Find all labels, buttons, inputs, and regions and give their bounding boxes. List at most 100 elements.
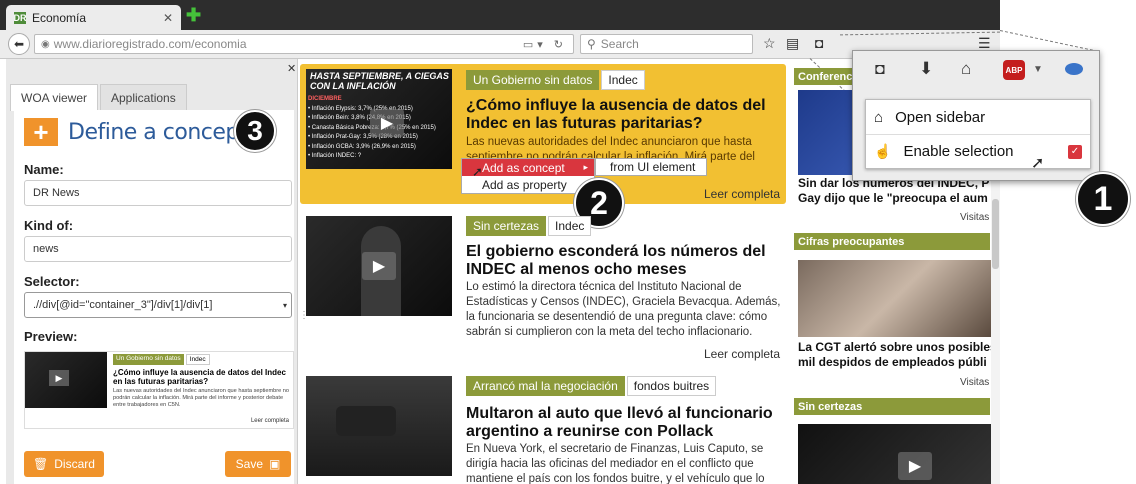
discard-button[interactable]: 🗑 Discard — [24, 451, 104, 477]
right-image-3[interactable]: ▶ — [798, 424, 991, 484]
preview-summary: Las nuevas autoridades del Indec anuncia… — [113, 388, 290, 408]
close-sidebar-icon[interactable]: ✕ — [287, 62, 296, 75]
download-arrow-icon[interactable]: ⬇ — [919, 59, 933, 79]
url-path: /economia — [191, 37, 247, 51]
search-input[interactable]: ⚲ Search — [580, 34, 753, 54]
play-icon[interactable]: ▶ — [362, 252, 396, 280]
car-shape — [336, 406, 396, 436]
pocket-icon[interactable]: ◘ — [815, 35, 823, 51]
preview-label: Preview: — [24, 329, 78, 344]
mouse-cursor-icon: ➚ — [472, 164, 483, 179]
reader-reload-icons[interactable]: ▭▾ ↻ — [523, 38, 567, 51]
adblock-icon[interactable]: ABP — [1003, 60, 1025, 80]
article-1-headline[interactable]: ¿Cómo influye la ausencia de datos del I… — [466, 97, 776, 133]
preview-thumbnail: ▶ — [25, 352, 107, 408]
zoom-guide-line — [999, 30, 1094, 51]
article-3-tag-category[interactable]: Arrancó mal la negociación — [466, 376, 625, 396]
close-tab-icon[interactable]: ✕ — [163, 11, 173, 25]
address-bar[interactable]: ◉ www.diarioregistrado.com /economia ▭▾ … — [34, 34, 574, 54]
resize-handle[interactable]: ⋮ — [299, 310, 309, 321]
right-section-header[interactable]: Sin certezas — [794, 398, 990, 415]
right-text-1b[interactable]: Gay dijo que le "preocupa el aum — [798, 191, 991, 206]
right-text-2a[interactable]: La CGT alertó sobre unos posibles — [798, 340, 991, 355]
extension-menu: ⌂ Open sidebar ☝ Enable selection ✓ — [865, 99, 1091, 169]
checkbox-checked-icon[interactable]: ✓ — [1068, 144, 1082, 159]
preview-box: ▶ Un Gobierno sin datos Indec ¿Cómo infl… — [24, 351, 294, 429]
extension-popup: ◘ ⬇ ⌂ ABP ▼ ⌂ Open sidebar ☝ Enable sele… — [852, 50, 1100, 181]
article-1-thumbnail[interactable]: HASTA SEPTIEMBRE, A CIEGAS CON LA INFLAC… — [306, 69, 452, 169]
article-2-headline[interactable]: El gobierno esconderá los números del IN… — [466, 243, 776, 279]
play-icon[interactable]: ▶ — [898, 452, 932, 480]
save-label: Save — [235, 457, 263, 471]
globe-icon: ◉ — [41, 38, 50, 50]
hand-pointer-icon: ☝ — [874, 143, 892, 159]
tab-woa-viewer[interactable]: WOA viewer — [10, 84, 99, 111]
article-2-more-link[interactable]: Leer completa — [704, 347, 780, 361]
callout-3: 3 — [234, 110, 276, 152]
menu-item-from-ui-element[interactable]: from UI element — [595, 158, 707, 176]
dropdown-arrow-icon[interactable]: ▼ — [1033, 64, 1043, 75]
article-2-tag-category[interactable]: Sin certezas — [466, 216, 547, 236]
menu-item-open-sidebar[interactable]: ⌂ Open sidebar — [866, 100, 1090, 134]
kind-field[interactable]: news — [24, 236, 292, 262]
search-placeholder: Search — [600, 37, 639, 51]
favicon: DR — [13, 11, 27, 24]
home-icon[interactable]: ⌂ — [961, 59, 971, 79]
tab-bar: DR Economía ✕ ✚ — [0, 0, 1000, 30]
pocket-icon[interactable]: ◘ — [875, 61, 885, 79]
mouse-cursor-icon: ➚ — [1031, 155, 1045, 172]
article-3-summary: En Nueva York, el secretario de Finanzas… — [466, 443, 765, 484]
submenu-arrow-icon: ▸ — [583, 162, 588, 172]
article-2-tags: Sin certezas Indec — [466, 216, 592, 236]
bookmarks-list-icon[interactable]: ▤ — [786, 35, 799, 52]
visits-label: Visitas — [960, 377, 990, 388]
menu-item-enable-selection[interactable]: ☝ Enable selection ✓ — [866, 134, 1090, 168]
visits-label: Visitas — [960, 212, 990, 223]
name-field[interactable]: DR News — [24, 180, 292, 206]
selector-value: .//div[@id="container_3"]/div[1]/div[1] — [33, 299, 213, 311]
dropdown-icon: ▾ — [282, 300, 287, 310]
form-title: Define a concept — [68, 119, 248, 145]
preview-tags: Un Gobierno sin datos Indec — [113, 354, 210, 365]
play-icon[interactable]: ▶ — [370, 109, 404, 137]
article-1-more-link[interactable]: Leer completa — [704, 187, 780, 201]
preview-headline: ¿Cómo influye la ausencia de datos del I… — [113, 368, 286, 386]
plus-icon: + — [24, 117, 58, 147]
home-icon: ⌂ — [874, 108, 884, 126]
thumb-title: HASTA SEPTIEMBRE, A CIEGAS CON LA INFLAC… — [310, 71, 449, 91]
right-section-header[interactable]: Cifras preocupantes — [794, 233, 990, 250]
article-2-thumbnail[interactable]: ▶ — [306, 216, 452, 316]
article-3-thumbnail[interactable] — [306, 376, 452, 476]
define-concept-form: + Define a concept 3 Name: DR News Kind … — [14, 110, 294, 484]
preview-more-link: Leer completa — [250, 418, 289, 424]
new-tab-plus-icon[interactable]: ✚ — [186, 6, 201, 24]
save-button[interactable]: Save ▣ — [225, 451, 291, 477]
form-header: + Define a concept — [24, 117, 248, 147]
selector-label: Selector: — [24, 274, 80, 289]
preview-tag-2: Indec — [185, 354, 210, 365]
callout-1: 1 — [1076, 172, 1130, 226]
article-1-tag-topic[interactable]: Indec — [601, 70, 645, 90]
scrollbar-thumb[interactable] — [992, 199, 999, 269]
article-3-headline[interactable]: Multaron al auto que llevó al funcionari… — [466, 405, 776, 441]
right-image-2[interactable] — [798, 260, 991, 337]
back-arrow-icon[interactable]: ⬅ — [8, 33, 30, 55]
article-2-tag-topic[interactable]: Indec — [548, 216, 592, 236]
url-domain: www.diarioregistrado.com — [53, 37, 192, 51]
woa-extension-icon[interactable] — [1065, 63, 1083, 75]
kind-label: Kind of: — [24, 218, 74, 233]
trash-icon: 🗑 — [33, 457, 49, 471]
article-1-tag-category[interactable]: Un Gobierno sin datos — [466, 70, 600, 90]
preview-tag-1: Un Gobierno sin datos — [113, 354, 184, 365]
discard-label: Discard — [54, 457, 95, 471]
tab-applications[interactable]: Applications — [100, 84, 187, 111]
bookmark-star-icon[interactable]: ☆ — [763, 35, 776, 52]
browser-tab[interactable]: DR Economía ✕ — [6, 5, 181, 30]
selector-field[interactable]: .//div[@id="container_3"]/div[1]/div[1] … — [24, 292, 292, 318]
article-1-tags: Un Gobierno sin datos Indec — [466, 70, 645, 90]
floppy-disk-icon: ▣ — [269, 457, 281, 471]
right-text-2b[interactable]: mil despidos de empleados públi — [798, 355, 991, 370]
tab-title: Economía — [32, 10, 87, 25]
article-3-tags: Arrancó mal la negociación fondos buitre… — [466, 376, 717, 396]
article-3-tag-topic[interactable]: fondos buitres — [626, 376, 717, 396]
